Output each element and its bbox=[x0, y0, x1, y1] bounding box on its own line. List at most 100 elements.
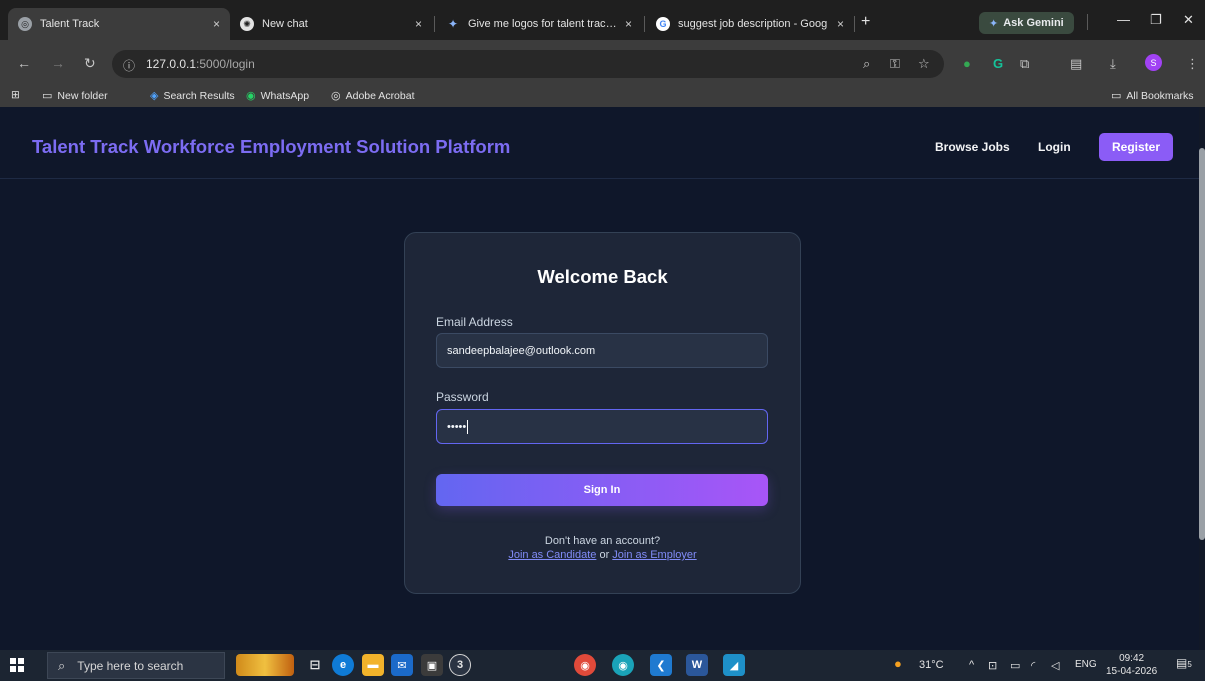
word-icon[interactable]: W bbox=[686, 654, 708, 676]
bookmark-label: WhatsApp bbox=[260, 89, 310, 102]
whatsapp-taskbar-icon[interactable]: 3 bbox=[449, 654, 471, 676]
forward-arrow-icon[interactable]: → bbox=[51, 55, 65, 71]
tab-talent-track[interactable]: ◎ Talent Track × bbox=[8, 8, 230, 40]
clock-date: 15-04-2026 bbox=[1106, 666, 1158, 677]
google-icon: G bbox=[656, 17, 670, 31]
network-icon[interactable]: ⊡ bbox=[988, 659, 997, 672]
edge-icon[interactable]: e bbox=[332, 654, 354, 676]
profile-avatar[interactable]: S bbox=[1145, 54, 1162, 71]
page-content: Talent Track Workforce Employment Soluti… bbox=[0, 107, 1199, 650]
minimize-icon[interactable]: — bbox=[1117, 12, 1130, 27]
taskbar-search-box[interactable]: ⌕ Type here to search bbox=[47, 652, 225, 679]
url-text[interactable]: 127.0.0.1:5000/login bbox=[146, 57, 255, 71]
password-key-icon[interactable]: ⚿ bbox=[890, 56, 900, 72]
tab-title: New chat bbox=[262, 18, 308, 30]
scrollbar-thumb[interactable] bbox=[1199, 148, 1205, 540]
wifi-icon[interactable]: ◜ bbox=[1031, 659, 1035, 672]
site-info-icon[interactable]: ⓘ bbox=[123, 57, 135, 74]
close-tab-icon[interactable]: × bbox=[415, 17, 422, 31]
new-tab-button[interactable]: + bbox=[861, 13, 870, 31]
sign-in-button[interactable]: Sign In bbox=[436, 474, 768, 506]
close-tab-icon[interactable]: × bbox=[625, 17, 632, 31]
text-caret bbox=[467, 419, 469, 434]
join-as-employer-link[interactable]: Join as Employer bbox=[612, 549, 696, 561]
url-path: :5000/login bbox=[196, 57, 255, 71]
taskbar-search-placeholder: Type here to search bbox=[77, 658, 184, 673]
tab-separator bbox=[1087, 14, 1088, 30]
tab-separator bbox=[854, 16, 855, 32]
tab-strip: ◎ Talent Track × ✺ New chat × ✦ Give me … bbox=[0, 0, 1205, 40]
battery-icon[interactable]: ▭ bbox=[1010, 659, 1020, 672]
acrobat-icon: ◎ bbox=[331, 90, 341, 102]
chrome-profile-icon[interactable]: ◉ bbox=[612, 654, 634, 676]
browse-jobs-link[interactable]: Browse Jobs bbox=[935, 140, 1010, 154]
login-link[interactable]: Login bbox=[1038, 140, 1071, 154]
file-explorer-icon[interactable]: ▬ bbox=[362, 654, 384, 676]
volume-icon[interactable]: ◁ bbox=[1051, 659, 1059, 672]
bookmark-star-icon[interactable]: ☆ bbox=[918, 56, 930, 72]
bookmark-label: Search Results bbox=[163, 89, 235, 102]
download-icon[interactable]: ⤓ bbox=[1110, 56, 1116, 72]
tab-title: Talent Track bbox=[40, 18, 100, 30]
photos-icon[interactable]: ◢ bbox=[723, 654, 745, 676]
site-navbar: Talent Track Workforce Employment Soluti… bbox=[0, 107, 1199, 179]
tab-new-chat[interactable]: ✺ New chat × bbox=[230, 8, 432, 40]
extensions-puzzle-icon[interactable]: ⧉ bbox=[1020, 56, 1029, 72]
close-window-icon[interactable]: ✕ bbox=[1183, 12, 1194, 28]
ask-gemini-button[interactable]: ✦ Ask Gemini bbox=[979, 12, 1074, 34]
brand-title[interactable]: Talent Track Workforce Employment Soluti… bbox=[32, 136, 510, 158]
notifications-icon[interactable]: ▤5 bbox=[1176, 656, 1192, 670]
folder-icon: ▭ bbox=[42, 90, 53, 102]
reading-mode-icon[interactable]: ▤ bbox=[1070, 56, 1082, 72]
all-bookmarks[interactable]: ▭ All Bookmarks bbox=[1111, 89, 1194, 103]
language-indicator[interactable]: ENG bbox=[1075, 659, 1097, 670]
url-host: 127.0.0.1 bbox=[146, 57, 197, 71]
join-as-candidate-link[interactable]: Join as Candidate bbox=[508, 549, 596, 561]
task-view-icon[interactable]: ⊟ bbox=[304, 654, 326, 676]
register-button[interactable]: Register bbox=[1099, 133, 1173, 161]
news-widget-icon[interactable] bbox=[236, 654, 294, 676]
whatsapp-badge: 3 bbox=[456, 659, 464, 671]
weather-icon[interactable]: ● bbox=[894, 656, 902, 671]
taskbar-clock[interactable]: 09:42 15-04-2026 bbox=[1106, 652, 1157, 678]
mail-icon[interactable]: ✉ bbox=[391, 654, 413, 676]
or-text: or bbox=[599, 549, 610, 561]
password-field[interactable]: ••••• bbox=[436, 409, 768, 444]
restore-icon[interactable]: ❐ bbox=[1150, 12, 1162, 28]
chrome-icon[interactable]: ◉ bbox=[574, 654, 596, 676]
tab-title: suggest job description - Goog bbox=[678, 18, 828, 30]
apps-grid-icon[interactable]: ⊞ bbox=[11, 89, 20, 101]
no-account-text: Don't have an account? bbox=[544, 535, 661, 547]
join-links: Join as Candidate or Join as Employer bbox=[405, 549, 800, 561]
reload-icon[interactable]: ↻ bbox=[84, 55, 96, 72]
menu-dots-icon[interactable]: ⋮ bbox=[1186, 56, 1199, 72]
close-tab-icon[interactable]: × bbox=[837, 17, 844, 31]
bookmark-search-results[interactable]: ◈ Search Results bbox=[150, 89, 235, 103]
chatgpt-icon: ✺ bbox=[240, 17, 254, 31]
password-value: ••••• bbox=[447, 420, 467, 433]
email-field[interactable]: sandeepbalajee@outlook.com bbox=[436, 333, 768, 368]
login-title: Welcome Back bbox=[537, 266, 668, 287]
grammarly-icon[interactable]: G bbox=[993, 56, 1003, 71]
screen: ◎ Talent Track × ✺ New chat × ✦ Give me … bbox=[0, 0, 1205, 681]
back-arrow-icon[interactable]: ← bbox=[17, 55, 31, 71]
close-tab-icon[interactable]: × bbox=[213, 17, 220, 31]
tray-chevron-icon[interactable]: ^ bbox=[969, 659, 974, 671]
bookmark-new-folder[interactable]: ▭ New folder bbox=[42, 89, 108, 103]
gemini-icon: ✦ bbox=[447, 17, 459, 31]
store-icon[interactable]: ▣ bbox=[421, 654, 443, 676]
temperature[interactable]: 31°C bbox=[919, 659, 944, 671]
email-label: Email Address bbox=[436, 315, 513, 329]
search-results-icon: ◈ bbox=[150, 90, 159, 102]
notification-count: 5 bbox=[1187, 660, 1192, 669]
bookmark-whatsapp[interactable]: ◉ WhatsApp bbox=[246, 89, 310, 103]
gemini-icon: ✦ bbox=[989, 17, 999, 30]
tab-google-search[interactable]: G suggest job description - Goog × bbox=[646, 8, 854, 40]
zoom-icon[interactable]: ⌕ bbox=[863, 56, 870, 72]
bookmark-adobe-acrobat[interactable]: ◎ Adobe Acrobat bbox=[331, 89, 415, 103]
extension-icon[interactable]: ● bbox=[963, 56, 971, 71]
tab-gemini-logos[interactable]: ✦ Give me logos for talent track w × bbox=[436, 8, 642, 40]
vscode-icon[interactable]: ❮ bbox=[650, 654, 672, 676]
globe-icon: ◎ bbox=[18, 17, 32, 31]
windows-start-icon[interactable] bbox=[10, 658, 24, 672]
